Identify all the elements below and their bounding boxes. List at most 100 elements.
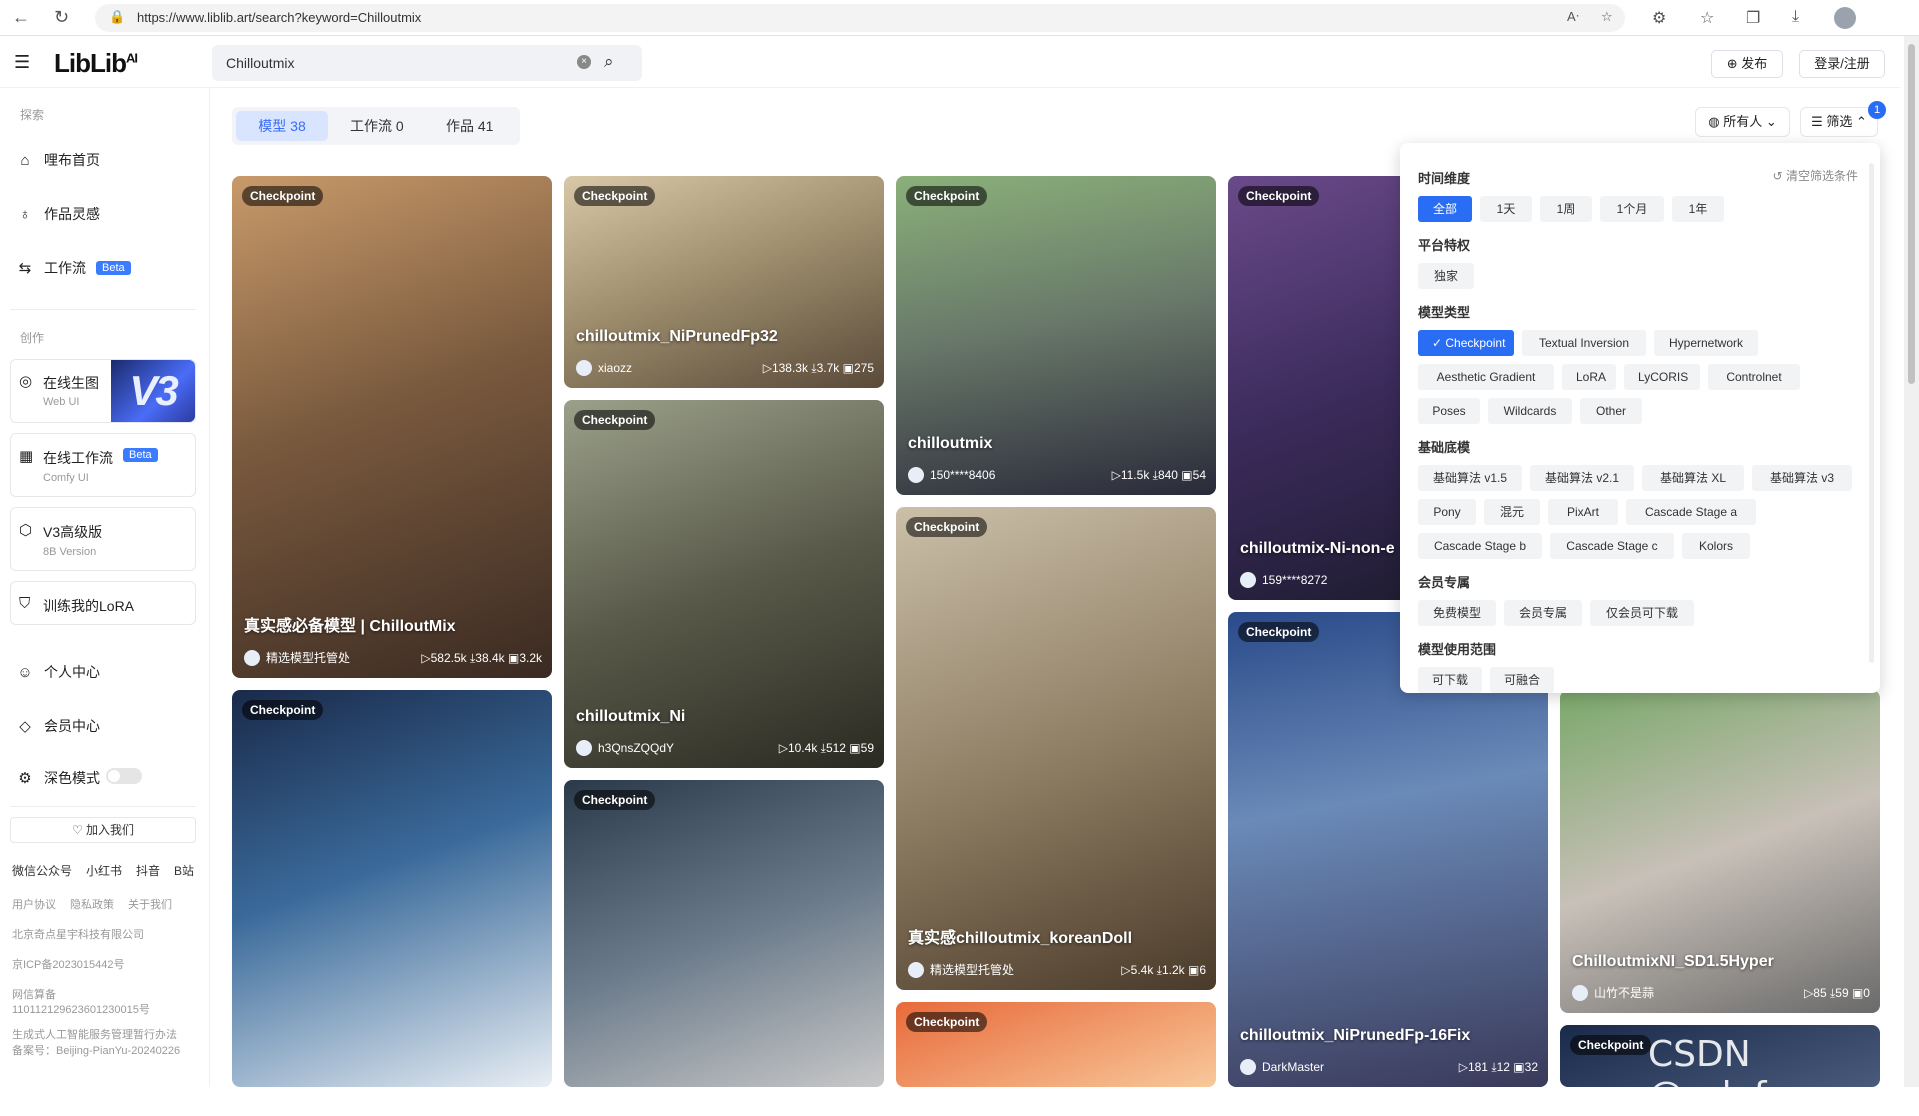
sidebar-item-personal[interactable]: ☺ 个人中心 [16,662,100,682]
base-option[interactable]: PixArt [1548,499,1618,525]
model-type-option[interactable]: Aesthetic Gradient [1418,364,1554,390]
site-logo[interactable]: LibLibAI [54,48,138,79]
base-option[interactable]: 基础算法 XL [1642,465,1744,491]
downloads-icon[interactable]: ⤓ [1792,8,1799,26]
model-card[interactable]: Checkpoint [896,1002,1216,1087]
model-card[interactable]: ChilloutmixNI_SD1.5Hyper 山竹不是蒜 ▷85 ⤓59 ▣… [1560,690,1880,1013]
clear-filters-button[interactable]: ↺ 清空筛选条件 [1773,167,1858,184]
favorites-icon[interactable]: ☆ [1700,8,1714,28]
model-card[interactable]: Checkpoint chilloutmix_Ni h3QnsZQQdY ▷10… [564,400,884,768]
privilege-option[interactable]: 独家 [1418,263,1474,289]
reload-icon[interactable]: ↻ [54,7,69,28]
model-card[interactable]: Checkpoint [564,780,884,1087]
footer-link[interactable]: 用户协议 [12,898,56,913]
card-author[interactable]: 山竹不是蒜 [1572,984,1654,1001]
train-lora-card[interactable]: ⛉ 训练我的LoRA [10,581,196,625]
model-card[interactable]: Checkpoint 真实感chilloutmix_koreanDoll 精选模… [896,507,1216,990]
icp-record[interactable]: 京ICP备2023015442号 [12,958,202,973]
base-option[interactable]: Cascade Stage a [1626,499,1756,525]
collections-icon[interactable]: ❐ [1746,8,1760,28]
nav-label: 作品灵感 [44,206,100,222]
card-author[interactable]: 150****8406 [908,467,995,483]
read-aloud-icon[interactable]: Aᐧ [1567,9,1579,25]
member-option[interactable]: 免费模型 [1418,600,1496,626]
card-author[interactable]: xiaozz [576,360,632,376]
clear-icon[interactable]: × [577,55,591,69]
time-option[interactable]: 1个月 [1600,196,1664,222]
time-option[interactable]: 全部 [1418,196,1472,222]
model-type-option[interactable]: Poses [1418,398,1480,424]
base-option[interactable]: 基础算法 v3 [1752,465,1852,491]
author-name: 精选模型托管处 [266,651,351,665]
footer-link[interactable]: 隐私政策 [70,898,114,913]
usage-option[interactable]: 可下载 [1418,667,1482,693]
scrollbar-thumb[interactable] [1908,44,1915,384]
publish-button[interactable]: ⊕ 发布 [1711,50,1783,78]
owner-dropdown[interactable]: ◍ 所有人 ⌄ [1695,107,1790,137]
online-workflow-card[interactable]: ▦ 在线工作流 Beta Comfy UI [10,433,196,497]
model-card[interactable]: Checkpoint 真实感必备模型 | ChilloutMix 精选模型托管处… [232,176,552,678]
base-option[interactable]: Cascade Stage b [1418,533,1542,559]
model-type-option[interactable]: Controlnet [1708,364,1800,390]
time-option[interactable]: 1天 [1480,196,1532,222]
base-option[interactable]: Cascade Stage c [1550,533,1674,559]
extensions-icon[interactable]: ⚙ [1652,8,1666,28]
model-type-option[interactable]: Textual Inversion [1522,330,1646,356]
address-bar[interactable]: 🔒 https://www.liblib.art/search?keyword=… [95,4,1625,32]
shield-icon: ⛉ [19,595,31,612]
panel-scrollbar[interactable] [1869,163,1874,663]
base-option[interactable]: 混元 [1484,499,1540,525]
card-author[interactable]: 159****8272 [1240,572,1327,588]
social-link[interactable]: 抖音 [136,862,160,879]
model-type-option[interactable]: Other [1580,398,1642,424]
base-option[interactable]: 基础算法 v1.5 [1418,465,1522,491]
sidebar-item-home[interactable]: ⌂ 哩布首页 [16,150,100,170]
filter-label: 筛选 [1826,114,1853,129]
usage-option[interactable]: 可融合 [1490,667,1554,693]
dark-mode-toggle[interactable] [106,768,142,784]
sidebar-item-vip[interactable]: ◇ 会员中心 [16,716,100,736]
base-option[interactable]: Kolors [1682,533,1750,559]
card-author[interactable]: DarkMaster [1240,1059,1324,1075]
footer-link[interactable]: 关于我们 [128,898,172,913]
time-option[interactable]: 1周 [1540,196,1592,222]
back-icon[interactable]: ← [12,7,30,28]
login-button[interactable]: 登录/注册 [1799,50,1885,78]
member-option[interactable]: 会员专属 [1504,600,1582,626]
search-input[interactable]: Chilloutmix [226,55,294,71]
model-type-option[interactable]: LoRA [1562,364,1616,390]
card-author[interactable]: h3QnsZQQdY [576,740,674,756]
tab-works[interactable]: 作品 41 [436,111,503,141]
base-option[interactable]: 基础算法 v2.1 [1530,465,1634,491]
genai-rule[interactable]: 生成式人工智能服务管理暂行办法 [12,1028,202,1043]
online-gen-card[interactable]: ◎ 在线生图 Web UI V3 [10,359,196,423]
favorite-add-icon[interactable]: ☆ [1601,9,1613,25]
page-scrollbar[interactable] [1904,36,1919,1087]
model-type-option[interactable]: Wildcards [1488,398,1572,424]
join-us-button[interactable]: ♡ 加入我们 [10,817,196,843]
social-link[interactable]: 小红书 [86,862,122,879]
model-card[interactable]: Checkpoint chilloutmix_NiPrunedFp32 xiao… [564,176,884,388]
social-link[interactable]: B站 [174,862,194,879]
time-option[interactable]: 1年 [1672,196,1724,222]
profile-avatar[interactable] [1834,7,1856,29]
model-type-option[interactable]: ✓ Checkpoint [1418,330,1514,356]
menu-icon[interactable]: ☰ [14,52,30,73]
filter-button[interactable]: ☰ 筛选 ⌃ [1800,107,1878,137]
search-icon[interactable]: ⌕ [604,52,614,72]
model-card[interactable]: Checkpoint chilloutmix 150****8406 ▷11.5… [896,176,1216,495]
model-card[interactable]: Checkpoint [232,690,552,1087]
tab-models[interactable]: 模型 38 [236,111,328,141]
model-type-option[interactable]: Hypernetwork [1654,330,1758,356]
v3-advanced-card[interactable]: ⬡ V3高级版 8B Version [10,507,196,571]
sidebar-item-inspiration[interactable]: ♁ 作品灵感 [16,204,100,224]
model-type-option[interactable]: LyCORIS [1624,364,1700,390]
member-option[interactable]: 仅会员可下载 [1590,600,1694,626]
search-box[interactable]: Chilloutmix × ⌕ [212,45,642,81]
card-author[interactable]: 精选模型托管处 [244,649,350,666]
card-author[interactable]: 精选模型托管处 [908,961,1014,978]
tab-workflows[interactable]: 工作流 0 [340,111,414,141]
sidebar-item-workflow[interactable]: ⇆ 工作流 Beta [16,258,131,278]
base-option[interactable]: Pony [1418,499,1476,525]
social-link[interactable]: 微信公众号 [12,862,72,879]
